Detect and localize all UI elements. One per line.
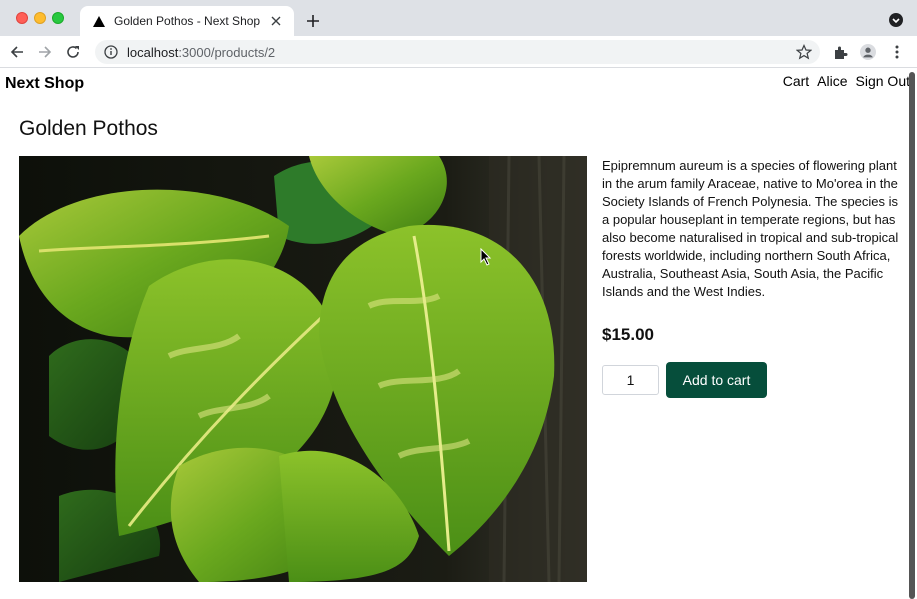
info-icon[interactable] bbox=[104, 45, 118, 59]
tab-title: Golden Pothos - Next Shop bbox=[114, 14, 261, 28]
maximize-window-button[interactable] bbox=[52, 12, 64, 24]
tab-search-icon[interactable] bbox=[888, 12, 904, 28]
browser-toolbar: localhost:3000/products/2 bbox=[0, 36, 917, 68]
minimize-window-button[interactable] bbox=[34, 12, 46, 24]
url-path: :3000/products/2 bbox=[178, 44, 276, 60]
browser-tab-strip: Golden Pothos - Next Shop bbox=[0, 0, 917, 36]
browser-tab[interactable]: Golden Pothos - Next Shop bbox=[80, 6, 294, 36]
product-image bbox=[19, 156, 587, 582]
add-to-cart-button[interactable]: Add to cart bbox=[666, 362, 767, 398]
reload-icon[interactable] bbox=[63, 42, 83, 62]
nav-links: Cart Alice Sign Out bbox=[783, 73, 910, 89]
extensions-puzzle-icon[interactable] bbox=[832, 44, 848, 60]
url-text: localhost:3000/products/2 bbox=[127, 45, 275, 60]
page-scrollbar[interactable] bbox=[909, 72, 915, 599]
cart-link[interactable]: Cart bbox=[783, 73, 809, 89]
forward-arrow-icon[interactable] bbox=[35, 42, 55, 62]
product-price: $15.00 bbox=[602, 325, 654, 344]
sign-out-link[interactable]: Sign Out bbox=[856, 73, 910, 89]
product-title: Golden Pothos bbox=[19, 117, 158, 140]
close-tab-icon[interactable] bbox=[268, 13, 284, 29]
profile-avatar-icon[interactable] bbox=[860, 44, 876, 60]
site-navbar: Next Shop Cart Alice Sign Out bbox=[0, 69, 917, 97]
menu-kebab-icon[interactable] bbox=[889, 44, 905, 60]
new-tab-icon[interactable] bbox=[302, 10, 324, 32]
bookmark-star-icon[interactable] bbox=[795, 44, 813, 60]
back-arrow-icon[interactable] bbox=[7, 42, 27, 62]
address-bar[interactable]: localhost:3000/products/2 bbox=[95, 40, 820, 64]
brand-logo-link[interactable]: Next Shop bbox=[5, 75, 84, 93]
mouse-cursor-icon bbox=[480, 247, 492, 266]
triangle-favicon-icon bbox=[92, 14, 106, 28]
user-name-link[interactable]: Alice bbox=[817, 73, 847, 89]
quantity-input[interactable] bbox=[602, 365, 659, 395]
close-window-button[interactable] bbox=[16, 12, 28, 24]
url-host: localhost bbox=[127, 44, 179, 60]
product-description: Epipremnum aureum is a species of flower… bbox=[602, 158, 899, 299]
